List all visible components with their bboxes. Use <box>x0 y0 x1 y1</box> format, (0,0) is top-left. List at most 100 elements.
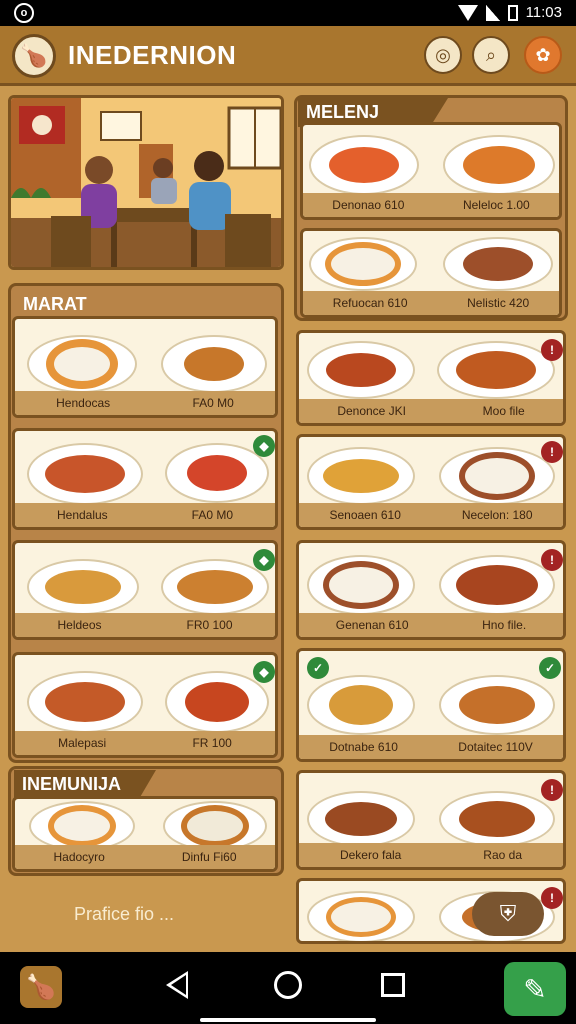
dish-image <box>443 135 555 195</box>
dish-name: Heldeos <box>57 618 102 632</box>
dish-image <box>437 341 555 399</box>
dish-price: Hno file. <box>482 618 527 632</box>
spicy-badge-icon: ! <box>541 339 563 361</box>
dish-name: Dotnabe 610 <box>329 740 398 754</box>
back-icon[interactable] <box>166 971 188 999</box>
dish-name: Malepasi <box>58 736 107 750</box>
dish-image <box>27 443 143 505</box>
section-title-2: INEMUNIJA <box>14 770 156 799</box>
battery-icon <box>507 4 518 21</box>
status-bar: o 11:03 <box>0 0 576 26</box>
dish-image <box>163 801 267 851</box>
app-shortcut-icon[interactable]: 🍗 <box>20 966 62 1008</box>
dish-image <box>307 341 415 399</box>
veg-badge-icon: ◆ <box>253 435 275 457</box>
dish-price-strip: Dekero fala Rao da <box>299 843 563 867</box>
veg-badge-icon: ◆ <box>253 661 275 683</box>
dish-name: Denonao 610 <box>332 198 405 212</box>
restaurant-illustration <box>8 95 284 270</box>
app-logo-icon[interactable]: 🍗 <box>12 34 56 78</box>
dish-image <box>439 447 555 505</box>
dish-card[interactable]: ✓ ✓ Dotnabe 610 Dotaitec 110V <box>296 648 566 762</box>
dish-image <box>161 335 267 393</box>
dish-image <box>443 237 553 291</box>
dish-image <box>439 555 555 615</box>
dish-image <box>309 135 419 195</box>
dish-image <box>165 671 269 733</box>
brush-app-icon[interactable]: ✎ <box>504 962 566 1016</box>
spicy-badge-icon: ! <box>541 887 563 909</box>
dish-price: Moo file <box>482 404 525 418</box>
dish-price-strip: Denonce JKI Moo file <box>299 399 563 423</box>
floating-action-button[interactable]: ⛨ <box>472 892 544 936</box>
dish-price-strip: Dotnabe 610 Dotaitec 110V <box>299 735 563 759</box>
dish-price: Dotaitec 110V <box>458 740 533 754</box>
signal-icon <box>485 4 500 21</box>
dish-card[interactable]: ◆ Hendalus FA0 M0 <box>12 428 278 530</box>
dish-image <box>307 555 415 615</box>
dish-image <box>309 237 417 291</box>
location-icon: ◎ <box>435 44 451 65</box>
dish-price: FR0 100 <box>186 618 233 632</box>
search-button[interactable]: ⌕ <box>472 36 510 74</box>
search-icon: ⌕ <box>485 44 497 65</box>
dish-price: FA0 M0 <box>191 508 234 522</box>
dish-name: Hendocas <box>56 396 111 410</box>
spicy-badge-icon: ! <box>541 441 563 463</box>
dish-price-strip: Hendocas FA0 M0 <box>15 391 275 415</box>
dish-price: Rao da <box>483 848 522 862</box>
dish-price-strip: Refuocan 610 Nelistic 420 <box>303 291 559 315</box>
dish-price: FA0 M0 <box>192 396 234 410</box>
location-button[interactable]: ◎ <box>424 36 462 74</box>
dish-price-strip: Hadocyro Dinfu Fi60 <box>15 845 275 869</box>
dish-image <box>307 891 415 941</box>
dish-image <box>439 675 555 735</box>
veg-badge-icon: ✓ <box>539 657 561 679</box>
settings-button[interactable]: ✿ <box>524 36 562 74</box>
dish-image <box>165 443 269 503</box>
dish-price: Necelon: 180 <box>461 508 533 522</box>
veg-badge-icon: ◆ <box>253 549 275 571</box>
dish-image <box>161 559 269 615</box>
dish-name: Genenan 610 <box>335 618 409 632</box>
dish-price: Neleloc 1.00 <box>462 198 530 212</box>
dish-name: Hendalus <box>56 508 108 522</box>
clock: 11:03 <box>525 4 562 21</box>
dish-card[interactable]: Refuocan 610 Nelistic 420 <box>300 228 562 318</box>
dish-price-strip: Senoaen 610 Necelon: 180 <box>299 503 563 527</box>
dish-image <box>27 559 139 615</box>
dish-name: Senoaen 610 <box>329 508 401 522</box>
gesture-bar <box>200 1018 376 1022</box>
app-header: 🍗 INEDERNION ◎ ⌕ ✿ <box>0 26 576 86</box>
dish-price: Nelistic 420 <box>467 296 530 310</box>
dish-card[interactable]: Hendocas FA0 M0 <box>12 316 278 418</box>
spicy-badge-icon: ! <box>541 549 563 571</box>
dish-card[interactable]: Denonao 610 Neleloc 1.00 <box>300 122 562 220</box>
dish-image <box>307 791 415 847</box>
dish-card[interactable]: ! Dekero fala Rao da <box>296 770 566 870</box>
recent-apps-icon[interactable] <box>381 973 405 997</box>
dish-image <box>27 335 137 393</box>
wifi-icon <box>457 4 478 21</box>
basket-icon: ⛨ <box>499 901 517 926</box>
dish-card[interactable]: Hadocyro Dinfu Fi60 <box>12 796 278 872</box>
dish-image <box>29 801 135 851</box>
dish-image <box>439 791 555 847</box>
home-icon[interactable] <box>274 971 302 999</box>
dish-price-strip: Hendalus FA0 M0 <box>15 503 275 527</box>
dish-image <box>27 671 143 733</box>
dish-name: Refuocan 610 <box>332 296 408 310</box>
dish-name: Hadocyro <box>53 850 105 864</box>
dish-card[interactable]: ◆ Heldeos FR0 100 <box>12 540 278 640</box>
dish-name: Denonce JKI <box>337 404 407 418</box>
veg-badge-icon: ✓ <box>307 657 329 679</box>
dish-card[interactable]: ! Denonce JKI Moo file <box>296 330 566 426</box>
dish-image <box>307 675 415 735</box>
spicy-badge-icon: ! <box>541 779 563 801</box>
app-title: INEDERNION <box>68 40 237 70</box>
dish-card[interactable]: ! Senoaen 610 Necelon: 180 <box>296 434 566 530</box>
dish-price: FR 100 <box>192 736 232 750</box>
dish-card[interactable]: ! Genenan 610 Hno file. <box>296 540 566 640</box>
see-more-link[interactable]: Prafice fio ... <box>74 904 174 925</box>
dish-card[interactable]: ◆ Malepasi FR 100 <box>12 652 278 758</box>
